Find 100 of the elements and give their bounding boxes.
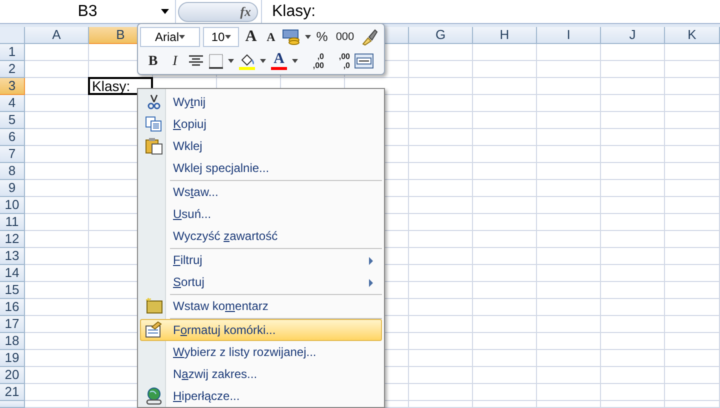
coins-icon[interactable] [282, 29, 302, 45]
table-cell[interactable] [25, 248, 89, 265]
table-cell[interactable] [409, 61, 473, 78]
table-cell[interactable] [665, 350, 720, 367]
table-cell[interactable] [537, 231, 601, 248]
menu-item[interactable]: Filtruj [140, 249, 382, 271]
table-cell[interactable] [537, 95, 601, 112]
menu-item[interactable]: Wstaw komentarz [140, 295, 382, 317]
row-header[interactable]: 1 [0, 44, 25, 61]
table-cell[interactable] [473, 265, 537, 282]
table-cell[interactable] [537, 367, 601, 384]
table-cell[interactable] [409, 350, 473, 367]
table-cell[interactable] [601, 163, 665, 180]
table-cell[interactable] [537, 350, 601, 367]
table-cell[interactable] [537, 163, 601, 180]
table-cell[interactable] [473, 78, 537, 95]
percent-button[interactable]: % [314, 27, 330, 47]
table-cell[interactable] [665, 197, 720, 214]
italic-button[interactable]: I [166, 51, 184, 71]
table-cell[interactable] [537, 384, 601, 401]
font-size-field[interactable]: 10 [203, 27, 239, 47]
column-header[interactable]: A [25, 27, 89, 44]
table-cell[interactable] [25, 163, 89, 180]
table-cell[interactable] [473, 112, 537, 129]
merge-center-icon[interactable] [354, 53, 374, 69]
table-cell[interactable] [25, 350, 89, 367]
table-cell[interactable] [665, 214, 720, 231]
menu-item[interactable]: Wybierz z listy rozwijanej... [140, 341, 382, 363]
table-cell[interactable] [665, 265, 720, 282]
table-cell[interactable] [25, 401, 89, 408]
caret-icon[interactable] [292, 59, 298, 63]
table-cell[interactable] [409, 180, 473, 197]
table-cell[interactable] [409, 384, 473, 401]
table-cell[interactable] [665, 401, 720, 408]
table-cell[interactable] [601, 231, 665, 248]
row-header[interactable]: 13 [0, 248, 25, 265]
table-cell[interactable] [665, 299, 720, 316]
table-cell[interactable] [601, 401, 665, 408]
table-cell[interactable] [409, 146, 473, 163]
table-cell[interactable] [537, 146, 601, 163]
table-cell[interactable] [25, 146, 89, 163]
table-cell[interactable] [537, 180, 601, 197]
shrink-font-button[interactable]: A [263, 27, 279, 47]
table-cell[interactable] [25, 44, 89, 61]
table-cell[interactable] [473, 44, 537, 61]
table-cell[interactable] [473, 384, 537, 401]
table-cell[interactable] [409, 401, 473, 408]
row-header[interactable]: 10 [0, 197, 25, 214]
table-cell[interactable] [665, 163, 720, 180]
row-header[interactable]: 12 [0, 231, 25, 248]
bold-button[interactable]: B [144, 51, 162, 71]
table-cell[interactable] [665, 180, 720, 197]
row-header[interactable]: 14 [0, 265, 25, 282]
table-cell[interactable] [665, 333, 720, 350]
menu-item[interactable]: Formatuj komórki... [140, 319, 382, 341]
table-cell[interactable] [537, 44, 601, 61]
menu-item[interactable]: Kopiuj [140, 113, 382, 135]
table-cell[interactable] [665, 316, 720, 333]
borders-icon[interactable] [208, 53, 224, 69]
table-cell[interactable] [665, 44, 720, 61]
dropdown-icon[interactable] [161, 9, 169, 14]
align-center-icon[interactable] [188, 54, 204, 68]
table-cell[interactable] [473, 197, 537, 214]
table-cell[interactable] [537, 333, 601, 350]
menu-item[interactable]: Nazwij zakres... [140, 363, 382, 385]
table-cell[interactable] [409, 282, 473, 299]
menu-item[interactable]: Hiperłącze... [140, 385, 382, 407]
table-cell[interactable] [537, 61, 601, 78]
table-cell[interactable] [25, 384, 89, 401]
table-cell[interactable] [601, 248, 665, 265]
table-cell[interactable] [601, 350, 665, 367]
table-cell[interactable] [473, 299, 537, 316]
menu-item[interactable]: Wklej specjalnie... [140, 157, 382, 179]
row-header[interactable] [0, 401, 25, 408]
table-cell[interactable] [601, 180, 665, 197]
table-cell[interactable] [537, 197, 601, 214]
row-header[interactable]: 15 [0, 282, 25, 299]
table-cell[interactable] [409, 197, 473, 214]
table-cell[interactable] [665, 367, 720, 384]
table-cell[interactable] [601, 299, 665, 316]
table-cell[interactable] [409, 163, 473, 180]
table-cell[interactable] [473, 282, 537, 299]
table-cell[interactable] [601, 316, 665, 333]
caret-icon[interactable] [224, 35, 231, 39]
font-color-button[interactable]: A [270, 51, 288, 71]
menu-item[interactable]: Wyczyść zawartość [140, 225, 382, 247]
table-cell[interactable] [409, 231, 473, 248]
row-header[interactable]: 4 [0, 95, 25, 112]
column-header[interactable]: G [409, 27, 473, 44]
table-cell[interactable] [601, 333, 665, 350]
row-header[interactable]: 5 [0, 112, 25, 129]
decrease-decimal-button[interactable]: ,00 ,0 [328, 51, 350, 71]
row-header[interactable]: 16 [0, 299, 25, 316]
row-header[interactable]: 9 [0, 180, 25, 197]
column-header[interactable]: H [473, 27, 537, 44]
insert-function-button[interactable]: fx [178, 2, 258, 22]
row-header[interactable]: 7 [0, 146, 25, 163]
row-header[interactable]: 18 [0, 333, 25, 350]
table-cell[interactable] [473, 129, 537, 146]
row-header[interactable]: 11 [0, 214, 25, 231]
